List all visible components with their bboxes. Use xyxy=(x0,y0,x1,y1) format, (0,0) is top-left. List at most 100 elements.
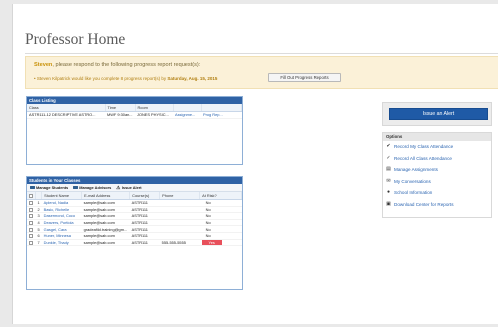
student-name-link[interactable]: Huner, Minnesa xyxy=(41,232,82,240)
option-record-my-attendance[interactable]: ✔ Record My Class Attendance xyxy=(383,141,491,153)
list-icon: ▤ xyxy=(386,166,391,173)
at-risk-cell: Yes xyxy=(199,239,242,247)
option-label: Record All Class Attendance xyxy=(394,155,452,161)
col-time[interactable]: Time xyxy=(105,104,136,112)
student-course: ASTR111 xyxy=(129,232,160,240)
alert-item-text: • Steven Kilpatrick would like you compl… xyxy=(34,76,168,81)
col-email[interactable]: E-mail Address xyxy=(81,192,131,200)
option-record-all-attendance[interactable]: ✓ Record All Class Attendance xyxy=(383,153,491,165)
option-download-center[interactable]: ▣ Download Center for Reports xyxy=(383,199,491,211)
student-name-link[interactable]: Basic, Richelle xyxy=(41,206,82,214)
issue-alert-toolbar-button[interactable]: ⚠ Issue Alert xyxy=(116,185,141,191)
row-select[interactable] xyxy=(27,219,36,227)
col-assignments xyxy=(173,104,202,112)
row-checkbox[interactable] xyxy=(29,227,33,232)
class-listing-table: Class Time Room ASTR111-12 DESCRIPTIVE A… xyxy=(27,104,242,119)
at-risk-cell: No xyxy=(199,232,242,240)
student-phone xyxy=(159,232,200,240)
at-risk-badge: Yes xyxy=(201,239,222,245)
warning-icon: ⚠ xyxy=(116,184,121,190)
alert-item-date: Saturday, Aug. 15, 2015 xyxy=(167,76,218,81)
row-select[interactable] xyxy=(27,212,36,220)
manage-students-button[interactable]: Manage Students xyxy=(30,185,68,190)
manage-advisors-label: Manage Advisors xyxy=(79,185,112,190)
class-time: MWF 9:30an... xyxy=(105,111,135,119)
col-class[interactable]: Class xyxy=(27,104,106,112)
select-all-checkbox[interactable] xyxy=(29,193,33,198)
row-checkbox[interactable] xyxy=(29,240,33,245)
student-name-link[interactable]: Dunkle, Thady xyxy=(41,239,82,247)
table-row[interactable]: 5 Gasgel, Cara gradeafild.training@gm... AS… xyxy=(27,225,242,233)
alert-message: , please respond to the following progre… xyxy=(52,62,201,68)
assignments-link[interactable]: Assignme... xyxy=(173,111,201,119)
option-label: Record My Class Attendance xyxy=(394,144,454,150)
student-name-link[interactable]: Deavers, Portiola xyxy=(41,219,82,227)
option-label: My Conversations xyxy=(394,178,431,184)
table-row[interactable]: 1 Aplend, Nadia sample@sab.com ASTR111 No xyxy=(27,199,242,207)
row-checkbox[interactable] xyxy=(29,207,33,212)
col-select[interactable] xyxy=(27,192,36,200)
col-courses[interactable]: Course(s) xyxy=(129,192,161,200)
table-row[interactable]: 4 Deavers, Portiola sample@sab.com ASTR111 N… xyxy=(27,219,242,227)
row-checkbox[interactable] xyxy=(29,214,33,219)
table-row[interactable]: 7 Dunkle, Thady sample@sab.com ASTR111 555-5… xyxy=(27,239,242,247)
users-icon xyxy=(30,185,35,190)
download-icon: ▣ xyxy=(386,200,391,207)
student-phone: 555-555-5555 xyxy=(159,239,200,247)
option-manage-assignments[interactable]: ▤ Manage Assignments xyxy=(383,164,491,176)
row-checkbox[interactable] xyxy=(29,234,33,239)
students-toolbar: Manage Students Manage Advisors ⚠ Issue A… xyxy=(27,184,242,192)
table-row[interactable]: 2 Basic, Richelle sample@sab.com ASTR111 No xyxy=(27,206,242,214)
student-course: ASTR111 xyxy=(129,239,160,247)
users-icon xyxy=(73,185,78,190)
col-room[interactable]: Room xyxy=(135,104,174,112)
student-phone xyxy=(159,206,200,214)
students-title: Students in Your Classes xyxy=(27,177,242,184)
issue-alert-button[interactable]: Issue an Alert xyxy=(389,108,488,120)
student-email: sample@sab.com xyxy=(81,239,130,247)
col-student-name[interactable]: Student Name xyxy=(41,192,83,200)
student-course: ASTR111 xyxy=(129,206,160,214)
student-name-link[interactable]: Aplend, Nadia xyxy=(41,199,82,207)
progress-report-alert: Steven, please respond to the following … xyxy=(25,56,498,89)
title-divider xyxy=(25,53,498,54)
progress-report-link[interactable]: Prog Rep... xyxy=(201,111,242,119)
col-at-risk[interactable]: At Risk? xyxy=(199,192,242,200)
row-select[interactable] xyxy=(27,199,36,207)
fill-out-progress-reports-button[interactable]: Fill Out Progress Reports xyxy=(268,73,341,82)
student-email: sample@sab.com xyxy=(81,219,130,227)
row-checkbox[interactable] xyxy=(29,221,33,225)
option-label: Manage Assignments xyxy=(394,167,438,173)
col-phone[interactable]: Phone xyxy=(159,192,201,200)
table-row[interactable]: 6 Huner, Minnesa sample@sab.com ASTR111 No xyxy=(27,232,242,240)
issue-alert-label: Issue Alert xyxy=(121,185,142,190)
option-label: Download Center for Reports xyxy=(394,201,454,207)
row-select[interactable] xyxy=(27,232,36,240)
row-select[interactable] xyxy=(27,206,36,214)
student-course: ASTR111 xyxy=(129,219,160,227)
row-select[interactable] xyxy=(27,239,36,247)
student-name-link[interactable]: Dasermond, Coco xyxy=(41,212,82,220)
manage-advisors-button[interactable]: Manage Advisors xyxy=(73,185,111,190)
option-my-conversations[interactable]: ✉ My Conversations xyxy=(383,176,491,188)
options-panel: Options ✔ Record My Class Attendance ✓ Rec… xyxy=(382,132,492,218)
students-table: Student Name E-mail Address Course(s) Ph… xyxy=(27,192,242,247)
class-room: JONES PHYSIC... xyxy=(135,111,173,119)
row-select[interactable] xyxy=(27,225,36,233)
student-name-link[interactable]: Gasgel, Cara xyxy=(41,225,82,233)
class-listing-title: Class Listing xyxy=(27,97,242,104)
alert-heading: Steven, please respond to the following … xyxy=(34,62,200,68)
table-row[interactable]: ASTR111-12 DESCRIPTIVE ASTRO... MWF 9:30… xyxy=(27,111,242,119)
student-phone xyxy=(159,199,200,207)
checks-icon: ✓ xyxy=(386,154,391,161)
students-panel: Students in Your Classes Manage Students… xyxy=(26,176,243,290)
row-checkbox[interactable] xyxy=(29,201,33,206)
student-course: ASTR111 xyxy=(129,225,160,233)
at-risk-cell: No xyxy=(199,219,242,227)
option-label: School Information xyxy=(394,190,433,196)
table-row[interactable]: 3 Dasermond, Coco sample@sab.com ASTR111 No xyxy=(27,212,242,220)
option-school-information[interactable]: ● School Information xyxy=(383,187,491,199)
envelope-icon: ✉ xyxy=(386,177,391,184)
student-email: sample@sab.com xyxy=(81,212,130,220)
class-name: ASTR111-12 DESCRIPTIVE ASTRO... xyxy=(27,111,105,119)
